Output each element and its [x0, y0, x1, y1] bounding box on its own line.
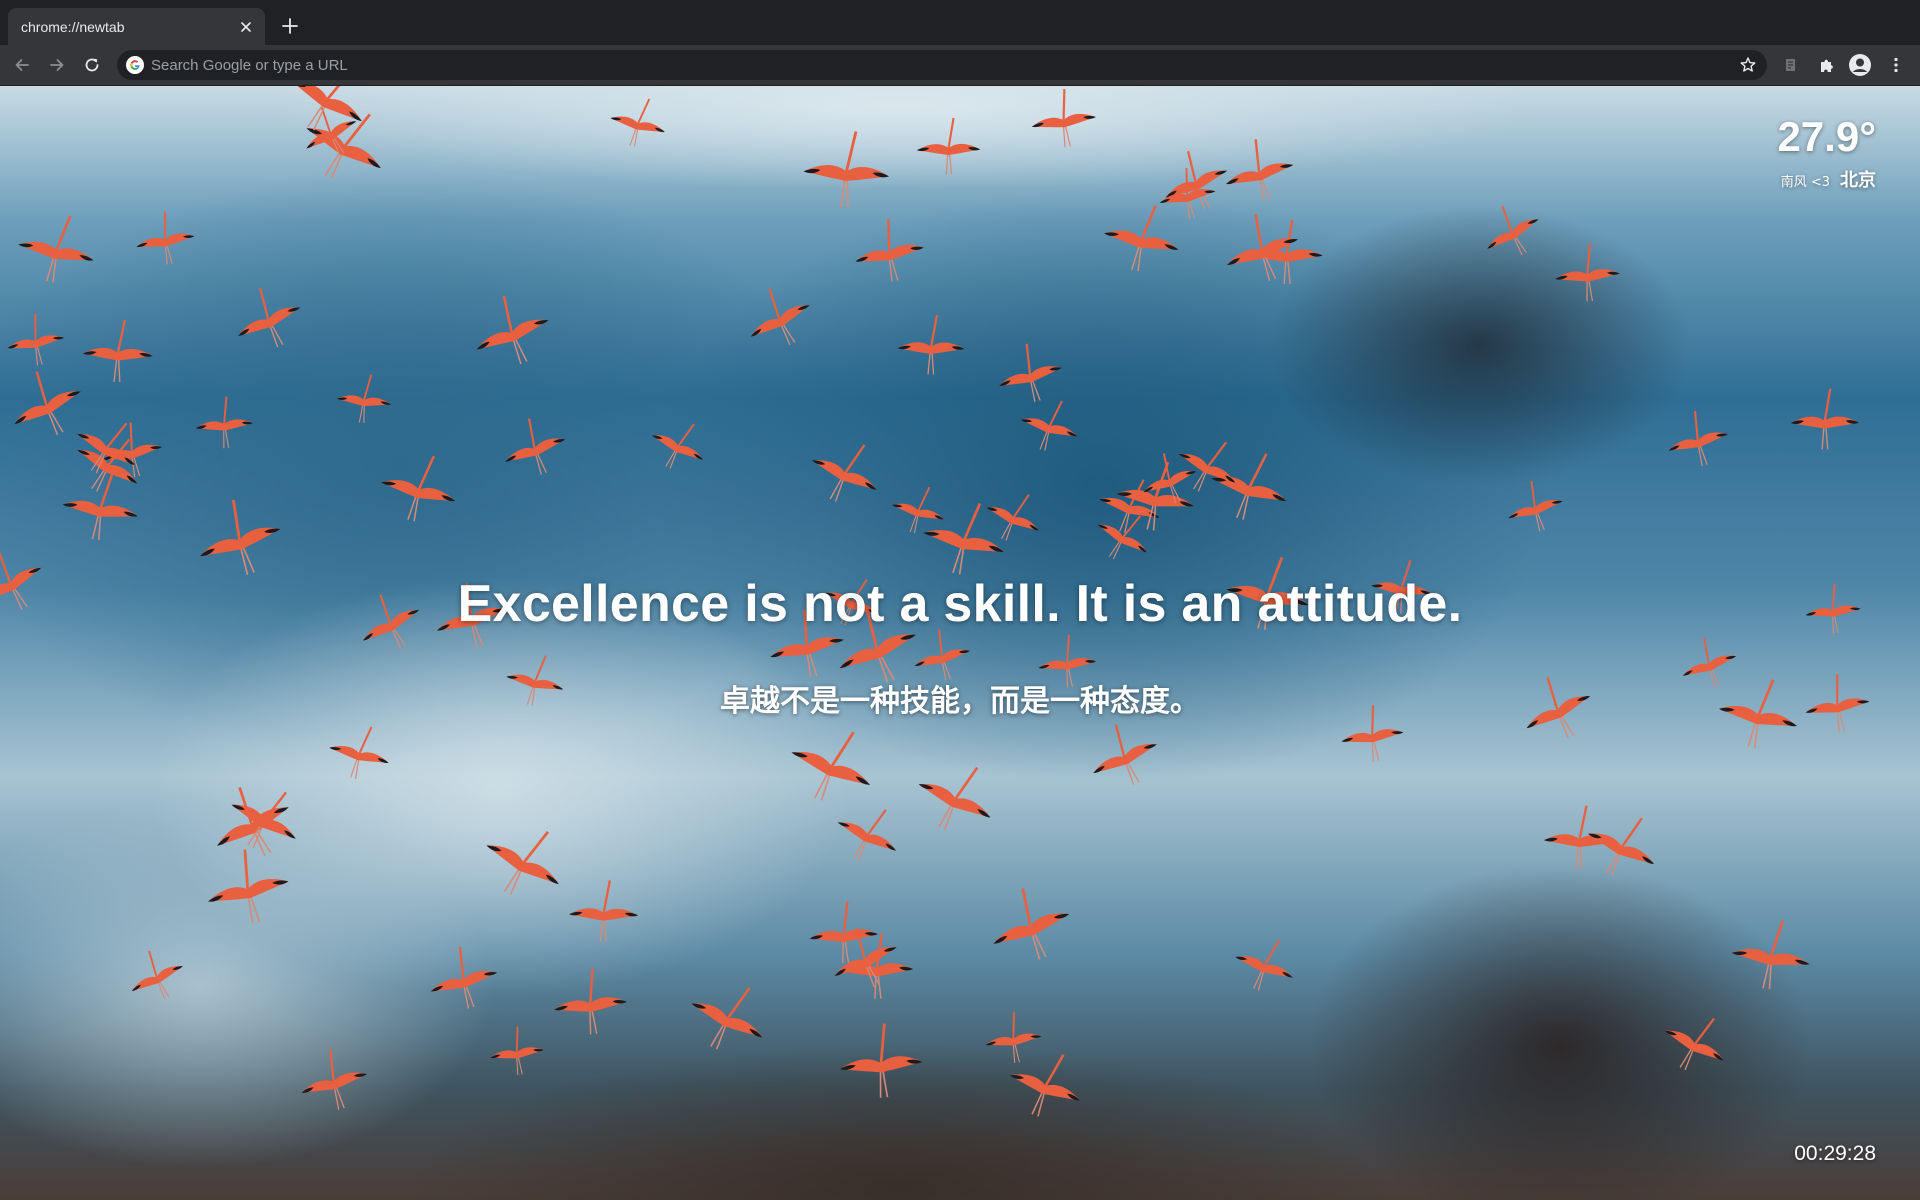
- reload-icon: [85, 58, 99, 72]
- reading-list-button[interactable]: [1779, 53, 1803, 77]
- quote-chinese: 卓越不是一种技能，而是一种态度。: [720, 684, 1200, 719]
- flamingo-shape: [1508, 480, 1563, 532]
- forward-button[interactable]: [45, 53, 69, 77]
- flamingo-shape: [1487, 205, 1539, 256]
- flamingo-shape: [1093, 724, 1157, 785]
- flamingo-shape: [839, 1023, 923, 1098]
- flamingo-shape: [750, 288, 810, 346]
- flamingo-shape: [1235, 939, 1293, 991]
- flamingo-shape: [834, 927, 897, 988]
- flamingo-shape: [651, 423, 704, 469]
- flamingo-shape: [200, 499, 281, 576]
- flamingo-shape: [329, 726, 389, 780]
- flamingo-shape: [897, 314, 965, 375]
- flamingo-shape: [610, 98, 665, 147]
- flamingo-shape: [208, 849, 289, 924]
- flamingo-flock-image: [0, 86, 1870, 1117]
- plus-icon: [282, 18, 298, 34]
- flamingo-shape: [985, 1011, 1042, 1063]
- tab-title: chrome://newtab: [21, 18, 125, 35]
- flamingo-shape: [1555, 243, 1620, 302]
- flamingo-shape: [505, 418, 566, 475]
- flamingo-shape: [791, 731, 871, 801]
- flamingo-shape: [18, 215, 94, 283]
- flamingo-shape: [691, 987, 763, 1050]
- flamingo-shape: [1226, 139, 1294, 202]
- omnibox[interactable]: Search Google or type a URL: [117, 50, 1767, 80]
- new-tab-button[interactable]: [278, 14, 302, 38]
- back-icon: [15, 59, 29, 71]
- weather-wind: 南风 <3: [1780, 175, 1830, 190]
- flamingo-shape: [837, 809, 897, 861]
- flamingo-shape: [803, 131, 890, 208]
- flamingo-shape: [336, 374, 392, 423]
- omnibox-placeholder: Search Google or type a URL: [151, 56, 348, 74]
- extensions-puzzle-icon: [1821, 59, 1833, 72]
- close-icon[interactable]: [237, 18, 255, 36]
- new-tab-page: 27.9° 南风 <3 北京 Excellence is not a skill…: [0, 86, 1920, 1200]
- flamingo-shape: [811, 444, 877, 502]
- quote-english: Excellence is not a skill. It is an atti…: [457, 575, 1463, 633]
- flamingo-shape: [486, 830, 559, 895]
- flamingo-shape: [1226, 214, 1299, 281]
- flamingo-shape: [430, 947, 498, 1009]
- flamingo-shape: [569, 880, 639, 942]
- flamingo-shape: [1731, 920, 1810, 990]
- flamingo-shape: [1165, 150, 1228, 210]
- flamingo-shape: [195, 396, 253, 449]
- flamingo-shape: [554, 968, 628, 1035]
- weather-temperature: 27.9°: [1777, 113, 1876, 160]
- flamingo-shape: [136, 211, 195, 265]
- flamingo-shape: [923, 502, 1004, 575]
- clock: 00:29:28: [1794, 1142, 1876, 1165]
- flamingo-shape: [77, 438, 138, 492]
- flamingo-shape: [993, 888, 1070, 960]
- more-menu-icon: [1894, 57, 1898, 73]
- flamingo-shape: [986, 494, 1040, 541]
- flamingo-shape: [855, 219, 924, 282]
- flamingo-shape: [217, 787, 289, 857]
- flamingo-shape: [1031, 89, 1096, 148]
- flamingo-shape: [14, 371, 81, 436]
- flamingo-shape: [1790, 388, 1860, 450]
- tab-newtab[interactable]: chrome://newtab: [8, 8, 265, 45]
- flamingo-shape: [1020, 400, 1078, 451]
- flamingo-shape: [131, 950, 183, 1000]
- browser-window: chrome://newtab Search Google or type a …: [0, 0, 1920, 1200]
- flamingo-shape: [1103, 205, 1179, 272]
- wallpaper-image: [0, 86, 1920, 1200]
- flamingo-shape: [490, 1026, 544, 1076]
- flamingo-shape: [1178, 441, 1236, 492]
- weather-city: 北京: [1840, 170, 1876, 191]
- tab-strip: chrome://newtab: [0, 0, 1920, 45]
- flamingo-shape: [476, 295, 549, 365]
- flamingo-shape: [1668, 410, 1729, 467]
- flamingo-shape: [82, 319, 153, 383]
- google-icon: [126, 56, 144, 74]
- profile-avatar-icon: [1849, 54, 1871, 76]
- profile-button[interactable]: [1848, 53, 1872, 77]
- forward-icon: [50, 59, 64, 71]
- flamingo-shape: [1116, 461, 1194, 531]
- bookmark-star-icon[interactable]: [1739, 56, 1757, 74]
- more-menu-button[interactable]: [1884, 53, 1908, 77]
- reload-button[interactable]: [80, 53, 104, 77]
- flamingo-shape: [7, 313, 65, 366]
- flamingo-shape: [238, 287, 301, 348]
- flamingo-shape: [918, 766, 991, 831]
- extensions-button[interactable]: [1815, 53, 1839, 77]
- toolbar: Search Google or type a URL: [0, 45, 1920, 86]
- flamingo-shape: [1664, 1017, 1724, 1071]
- flamingo-shape: [301, 1048, 368, 1110]
- weather-widget[interactable]: 27.9° 南风 <3 北京: [1777, 116, 1876, 192]
- flamingo-shape: [916, 117, 981, 175]
- flamingo-shape: [381, 455, 456, 522]
- flamingo-shape: [999, 343, 1062, 403]
- flamingo-shape: [77, 422, 135, 474]
- back-button[interactable]: [10, 53, 34, 77]
- flamingo-shape: [231, 791, 296, 849]
- reading-list-icon: [1786, 59, 1795, 71]
